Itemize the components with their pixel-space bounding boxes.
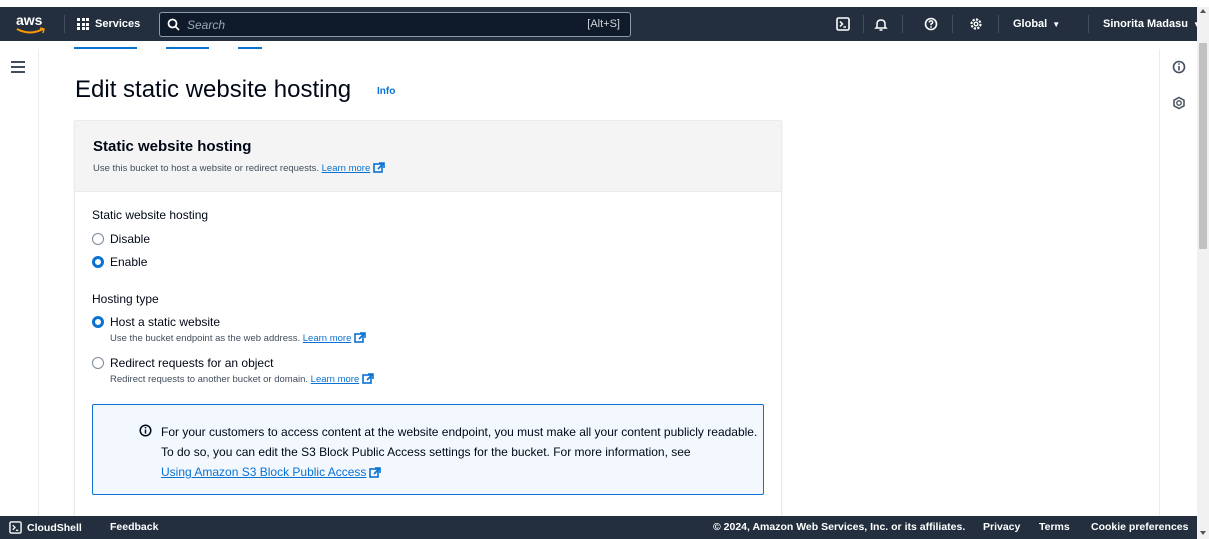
region-selector[interactable]: Global ▼ — [1013, 7, 1060, 41]
option-label: Host a static website — [110, 315, 221, 329]
hosting-field-label: Static website hosting — [92, 208, 209, 222]
nav-divider — [64, 15, 65, 33]
info-icon — [139, 424, 152, 437]
breadcrumb-link[interactable] — [74, 47, 137, 49]
services-grid-icon — [77, 18, 89, 30]
aws-logo[interactable]: aws — [14, 12, 48, 36]
cloudshell-footer-button[interactable]: CloudShell — [9, 521, 82, 534]
services-menu-button[interactable]: Services — [77, 7, 140, 41]
panel-title: Static website hosting — [93, 138, 252, 155]
learn-more-link[interactable]: Learn more — [322, 163, 371, 174]
gear-icon — [970, 18, 982, 30]
info-link[interactable]: Info — [377, 86, 395, 97]
terms-link[interactable]: Terms — [1039, 521, 1070, 533]
breadcrumb-link[interactable] — [166, 47, 209, 49]
help-icon — [924, 17, 938, 31]
radio-button-selected[interactable] — [92, 256, 104, 268]
search-shortcut-hint: [Alt+S] — [587, 18, 620, 30]
feedback-link[interactable]: Feedback — [110, 521, 158, 533]
external-link-icon — [362, 373, 375, 384]
account-menu[interactable]: Sinorita Madasu ▼ — [1103, 7, 1201, 41]
cloudshell-nav-button[interactable] — [829, 7, 857, 41]
search-bar[interactable]: [Alt+S] — [159, 12, 631, 37]
console-footer: CloudShell Feedback © 2024, Amazon Web S… — [0, 516, 1197, 539]
aws-smile-icon — [16, 27, 45, 34]
info-alert: For your customers to access content at … — [92, 404, 764, 495]
side-navigation-strip — [0, 49, 39, 516]
top-navigation: aws Services [Alt+S] — [0, 0, 1209, 49]
radio-button-selected[interactable] — [92, 316, 104, 328]
radio-button[interactable] — [92, 233, 104, 245]
top-navigation-bar: aws Services [Alt+S] — [0, 7, 1209, 41]
recent-activity-icon[interactable] — [1172, 96, 1186, 110]
scrollbar-thumb[interactable] — [1199, 43, 1207, 249]
page-scrollbar[interactable] — [1197, 7, 1209, 539]
nav-divider — [863, 15, 864, 33]
cloudshell-label: CloudShell — [27, 521, 82, 534]
breadcrumb-link[interactable] — [238, 47, 262, 49]
nav-divider — [998, 15, 999, 33]
tools-panel-strip — [1159, 49, 1197, 516]
nav-divider — [902, 15, 903, 33]
scroll-up-arrow-icon[interactable] — [1200, 9, 1206, 13]
disable-option[interactable]: Disable — [92, 232, 150, 246]
option-label: Enable — [110, 255, 148, 269]
services-label: Services — [95, 18, 141, 30]
help-button[interactable] — [917, 7, 945, 41]
option-description: Use the bucket endpoint as the web addre… — [110, 332, 367, 344]
caret-down-icon: ▼ — [1052, 19, 1061, 29]
option-label: Redirect requests for an object — [110, 356, 274, 370]
cloudshell-icon — [836, 17, 850, 31]
alert-message: For your customers to access content at … — [161, 422, 761, 482]
redirect-requests-option[interactable]: Redirect requests for an object — [92, 356, 273, 370]
copyright-text: © 2024, Amazon Web Services, Inc. or its… — [713, 521, 966, 533]
settings-button[interactable] — [962, 7, 990, 41]
cloudshell-icon — [9, 521, 22, 534]
learn-more-link[interactable]: Learn more — [303, 333, 352, 344]
search-icon — [167, 18, 185, 31]
aws-logo-text: aws — [16, 12, 43, 28]
info-panel-icon[interactable] — [1172, 60, 1186, 74]
block-public-access-link[interactable]: Using Amazon S3 Block Public Access — [161, 465, 366, 479]
external-link-icon — [369, 467, 382, 478]
enable-option[interactable]: Enable — [92, 255, 147, 269]
alert-text: For your customers to access content at … — [161, 425, 758, 459]
cookie-preferences-link[interactable]: Cookie preferences — [1091, 521, 1188, 533]
region-label: Global — [1013, 18, 1048, 30]
learn-more-link[interactable]: Learn more — [311, 374, 360, 385]
nav-divider — [952, 15, 953, 33]
option-description-text: Redirect requests to another bucket or d… — [110, 374, 309, 385]
external-link-icon — [373, 162, 386, 173]
host-static-website-option[interactable]: Host a static website — [92, 315, 220, 329]
scroll-down-arrow-icon[interactable] — [1200, 531, 1206, 535]
option-label: Disable — [110, 232, 151, 246]
notifications-button[interactable] — [867, 7, 895, 41]
account-name: Sinorita Madasu — [1103, 18, 1188, 30]
page-title: Edit static website hosting — [75, 76, 352, 103]
menu-icon[interactable] — [11, 61, 25, 73]
external-link-icon — [354, 332, 367, 343]
panel-header: Static website hosting Use this bucket t… — [75, 121, 781, 192]
search-input[interactable] — [187, 17, 567, 32]
option-description-text: Use the bucket endpoint as the web addre… — [110, 333, 301, 344]
hosting-type-label: Hosting type — [92, 292, 159, 306]
panel-description: Use this bucket to host a website or red… — [93, 162, 386, 174]
radio-button[interactable] — [92, 357, 104, 369]
panel-description-text: Use this bucket to host a website or red… — [93, 163, 319, 174]
nav-divider — [1088, 15, 1089, 33]
privacy-link[interactable]: Privacy — [983, 521, 1020, 533]
option-description: Redirect requests to another bucket or d… — [110, 373, 375, 385]
bell-icon — [874, 19, 888, 31]
